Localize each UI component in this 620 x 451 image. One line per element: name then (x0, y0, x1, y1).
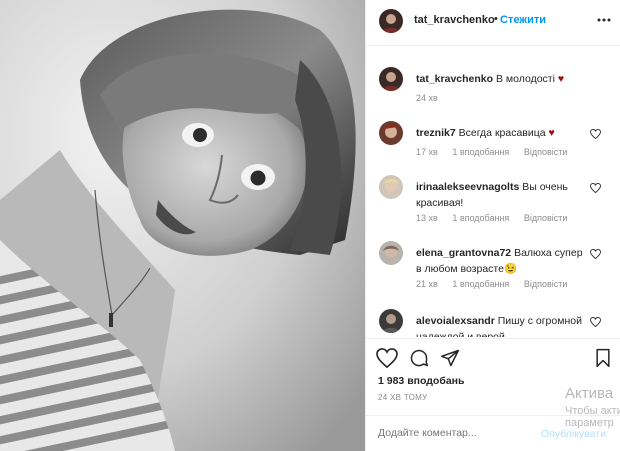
commenter-avatar[interactable] (379, 175, 403, 199)
comment-likes[interactable]: 1 вподобання (452, 213, 509, 223)
publish-button[interactable]: Опублікувати (541, 428, 606, 440)
bookmark-icon[interactable] (592, 348, 614, 368)
comment-username[interactable]: elena_grantovna72 (416, 247, 511, 259)
heart-outline-icon[interactable] (590, 129, 601, 139)
caption-username[interactable]: tat_kravchenko (416, 73, 493, 85)
comments-list[interactable]: tat_kravchenko В молодості ♥ 24 хв trezn… (366, 47, 620, 337)
post-timestamp[interactable]: 24 ХВ ТОМУ (378, 393, 428, 402)
post-photo[interactable] (0, 0, 365, 451)
comment-item: elena_grantovna72 Валюха супер в любом в… (366, 241, 620, 293)
caption-item: tat_kravchenko В молодості ♥ 24 хв (366, 67, 620, 107)
comment-item: irinaalekseevnagolts Вы очень красивая! … (366, 175, 620, 227)
heart-outline-icon[interactable] (590, 249, 601, 259)
portrait-image (0, 0, 365, 451)
comment-meta: 21 хв 1 вподобання Відповісти (416, 279, 579, 289)
comment-meta: 17 хв 1 вподобання Відповісти (416, 147, 579, 157)
comment-text: treznik7 Всегда красавица ♥ (416, 125, 584, 141)
commenter-avatar[interactable] (379, 241, 403, 265)
heart-outline-icon[interactable] (590, 317, 601, 327)
wink-emoji: 😉 (503, 263, 518, 275)
post-side-panel: tat_kravchenko • Стежити tat_kravchenko … (365, 0, 620, 451)
heart-emoji: ♥ (557, 73, 565, 85)
more-dots-icon[interactable] (596, 13, 612, 27)
comment-time: 17 хв (416, 147, 438, 157)
add-comment-bar: Опублікувати (366, 415, 620, 451)
author-avatar[interactable] (379, 9, 403, 33)
heart-outline-icon[interactable] (376, 348, 398, 368)
reply-button[interactable]: Відповісти (524, 279, 568, 289)
author-username[interactable]: tat_kravchenko (414, 14, 495, 26)
comment-item: alevoialexsandr Пишу с огромной надеждой… (366, 309, 620, 337)
commenter-avatar[interactable] (379, 309, 403, 333)
action-bar (366, 338, 620, 374)
comment-likes[interactable]: 1 вподобання (452, 279, 509, 289)
follow-button[interactable]: Стежити (500, 14, 546, 26)
comment-text: irinaalekseevnagolts Вы очень красивая! (416, 179, 584, 211)
header-separator: • (494, 13, 498, 25)
caption-time: 24 хв (416, 93, 438, 103)
comment-time: 13 хв (416, 213, 438, 223)
likes-count[interactable]: 1 983 вподобань (378, 375, 464, 387)
comment-bubble-icon[interactable] (408, 348, 430, 368)
author-avatar[interactable] (379, 67, 403, 91)
comment-likes[interactable]: 1 вподобання (452, 147, 509, 157)
reply-button[interactable]: Відповісти (524, 213, 568, 223)
comment-meta: 13 хв 1 вподобання Відповісти (416, 213, 579, 223)
comment-username[interactable]: alevoialexsandr (416, 315, 495, 327)
comment-body: Всегда красавица (458, 127, 546, 139)
comment-username[interactable]: irinaalekseevnagolts (416, 181, 519, 193)
comment-text: elena_grantovna72 Валюха супер в любом в… (416, 245, 584, 277)
comment-time: 21 хв (416, 279, 438, 289)
commenter-avatar[interactable] (379, 121, 403, 145)
heart-emoji: ♥ (548, 127, 555, 139)
paper-plane-icon[interactable] (439, 348, 461, 368)
caption-meta: 24 хв (416, 93, 450, 103)
caption-text: tat_kravchenko В молодості ♥ (416, 71, 584, 87)
comment-text: alevoialexsandr Пишу с огромной надеждой… (416, 313, 584, 337)
post-header: tat_kravchenko • Стежити (366, 0, 620, 46)
reply-button[interactable]: Відповісти (524, 147, 568, 157)
heart-outline-icon[interactable] (590, 183, 601, 193)
comment-item: treznik7 Всегда красавица ♥ 17 хв 1 впод… (366, 121, 620, 161)
comment-username[interactable]: treznik7 (416, 127, 456, 139)
comment-input[interactable] (378, 427, 528, 439)
caption-body: В молодості (495, 73, 555, 85)
